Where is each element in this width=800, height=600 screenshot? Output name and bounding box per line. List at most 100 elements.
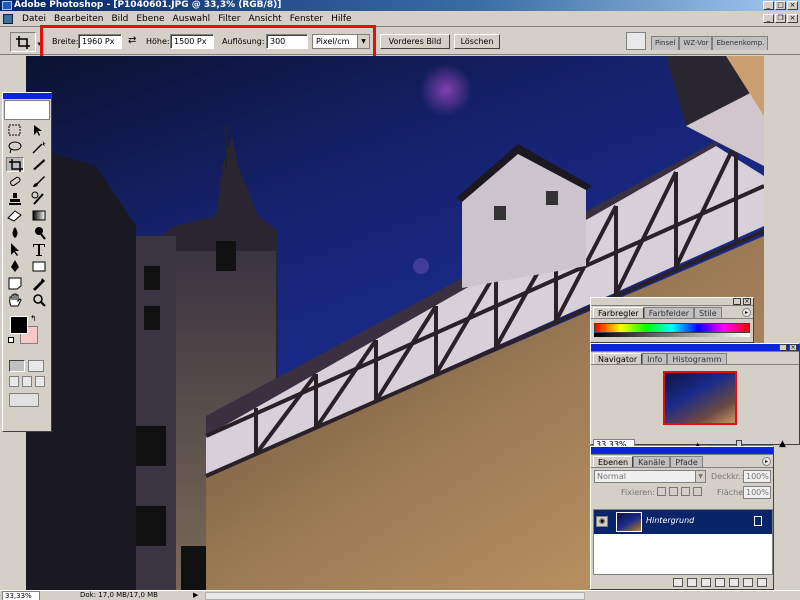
horizontal-scrollbar[interactable] <box>205 592 585 600</box>
pen-tool-icon[interactable] <box>6 259 24 274</box>
resolution-field[interactable]: 300 <box>266 34 308 49</box>
tab-info[interactable]: Info <box>642 353 668 364</box>
maximize-button[interactable]: □ <box>775 1 786 10</box>
visibility-eye-icon[interactable]: ◉ <box>596 516 608 527</box>
standard-mode-button[interactable] <box>9 360 25 372</box>
menu-datei[interactable]: Datei <box>18 13 50 25</box>
default-colors-icon[interactable] <box>8 337 14 343</box>
standard-screen-mode-button[interactable] <box>9 376 19 387</box>
palette-menu-icon[interactable]: ▸ <box>742 308 751 317</box>
opacity-field[interactable]: 100% <box>743 470 771 483</box>
shape-tool-icon[interactable] <box>30 259 48 274</box>
fill-field[interactable]: 100% <box>743 486 771 499</box>
notes-tool-icon[interactable] <box>6 276 24 291</box>
palette-minimize-button[interactable]: _ <box>733 298 741 305</box>
color-palette-titlebar[interactable]: _ × <box>591 298 753 306</box>
menu-bild[interactable]: Bild <box>107 13 132 25</box>
swap-colors-icon[interactable]: ↰ <box>30 314 37 323</box>
palette-minimize-button[interactable]: _ <box>779 344 787 351</box>
palette-menu-icon[interactable]: ▸ <box>762 457 771 466</box>
well-tab-ebenenkomp[interactable]: Ebenenkomp. <box>712 36 769 50</box>
doc-restore-button[interactable]: ❐ <box>775 14 786 23</box>
grayscale-ramp[interactable] <box>594 333 750 337</box>
layer-row-hintergrund[interactable]: ◉ Hintergrund <box>594 510 772 534</box>
eraser-tool-icon[interactable] <box>6 208 24 223</box>
adobe-online-feather-icon[interactable] <box>4 100 50 120</box>
blend-mode-select[interactable]: Normal ▼ <box>594 470 706 483</box>
status-menu-arrow-icon[interactable]: ▶ <box>193 591 198 600</box>
close-button[interactable]: × <box>787 1 798 10</box>
clear-button[interactable]: Löschen <box>454 34 500 49</box>
menu-auswahl[interactable]: Auswahl <box>169 13 215 25</box>
front-image-button[interactable]: Vorderes Bild <box>380 34 450 49</box>
dodge-tool-icon[interactable] <box>30 225 48 240</box>
tab-stile[interactable]: Stile <box>694 307 722 318</box>
tab-navigator[interactable]: Navigator <box>593 353 643 364</box>
marquee-tool-icon[interactable] <box>6 123 24 138</box>
eyedropper-tool-icon[interactable] <box>30 276 48 291</box>
navigator-thumbnail[interactable] <box>663 371 737 425</box>
palette-close-button[interactable]: × <box>743 298 751 305</box>
path-selection-tool-icon[interactable] <box>6 242 24 257</box>
document-icon[interactable] <box>3 14 13 24</box>
link-icon[interactable] <box>673 577 683 587</box>
brush-tool-icon[interactable] <box>30 174 48 189</box>
new-group-icon[interactable] <box>729 577 739 587</box>
resolution-unit-select[interactable]: Pixel/cm ▼ <box>312 34 370 49</box>
doc-close-button[interactable]: × <box>787 14 798 23</box>
full-screen-menu-mode-button[interactable] <box>22 376 32 387</box>
move-tool-icon[interactable] <box>30 123 48 138</box>
trash-icon[interactable] <box>757 577 767 587</box>
tools-palette-titlebar[interactable] <box>3 93 51 99</box>
lock-pixels-icon[interactable] <box>669 487 678 496</box>
palette-well-icon[interactable] <box>626 32 646 50</box>
lock-all-icon[interactable] <box>693 487 702 496</box>
tab-pfade[interactable]: Pfade <box>670 456 703 467</box>
healing-brush-tool-icon[interactable] <box>6 174 24 189</box>
magic-wand-tool-icon[interactable] <box>30 140 48 155</box>
minimize-button[interactable]: _ <box>763 1 774 10</box>
tab-kanaele[interactable]: Kanäle <box>633 456 671 467</box>
well-tab-pinsel[interactable]: Pinsel <box>651 36 680 50</box>
tab-ebenen[interactable]: Ebenen <box>593 456 634 467</box>
clone-stamp-tool-icon[interactable] <box>6 191 24 206</box>
full-screen-mode-button[interactable] <box>35 376 45 387</box>
navigator-palette-titlebar[interactable]: _ × <box>591 344 799 352</box>
zoom-in-icon[interactable]: ▲ <box>779 439 786 449</box>
quick-mask-mode-button[interactable] <box>28 360 44 372</box>
tool-preset-picker[interactable]: ▾ <box>10 32 41 52</box>
menu-ebene[interactable]: Ebene <box>132 13 168 25</box>
swap-dimensions-icon[interactable]: ⇄ <box>128 35 136 46</box>
layers-palette-titlebar[interactable] <box>591 447 773 455</box>
tab-histogramm[interactable]: Histogramm <box>667 353 727 364</box>
type-tool-icon[interactable] <box>30 242 48 257</box>
layer-mask-icon[interactable] <box>701 577 711 587</box>
color-spectrum-ramp[interactable] <box>594 323 750 333</box>
lasso-tool-icon[interactable] <box>6 140 24 155</box>
layer-style-icon[interactable] <box>687 577 697 587</box>
doc-minimize-button[interactable]: _ <box>763 14 774 23</box>
gradient-tool-icon[interactable] <box>30 208 48 223</box>
adjustment-layer-icon[interactable] <box>715 577 725 587</box>
menu-ansicht[interactable]: Ansicht <box>244 13 285 25</box>
menu-fenster[interactable]: Fenster <box>286 13 327 25</box>
document-size-info[interactable]: Dok: 17,0 MB/17,0 MB <box>80 591 158 600</box>
slice-tool-icon[interactable] <box>30 157 48 172</box>
jump-to-imageready-button[interactable] <box>9 393 39 407</box>
menu-filter[interactable]: Filter <box>214 13 244 25</box>
tab-farbregler[interactable]: Farbregler <box>593 307 644 318</box>
lock-transparency-icon[interactable] <box>657 487 666 496</box>
menu-hilfe[interactable]: Hilfe <box>327 13 355 25</box>
height-field[interactable]: 1500 Px <box>170 34 214 49</box>
zoom-tool-icon[interactable] <box>30 293 48 308</box>
status-zoom-field[interactable]: 33,33% <box>2 591 40 600</box>
tab-farbfelder[interactable]: Farbfelder <box>643 307 695 318</box>
well-tab-wz-vorgaben[interactable]: WZ-Vor <box>679 36 713 50</box>
palette-close-button[interactable]: × <box>789 344 797 351</box>
crop-tool-icon[interactable] <box>6 157 24 172</box>
foreground-color-swatch[interactable] <box>10 316 28 334</box>
history-brush-tool-icon[interactable] <box>30 191 48 206</box>
lock-position-icon[interactable] <box>681 487 690 496</box>
width-field[interactable]: 1960 Px <box>78 34 122 49</box>
hand-tool-icon[interactable] <box>6 293 24 308</box>
